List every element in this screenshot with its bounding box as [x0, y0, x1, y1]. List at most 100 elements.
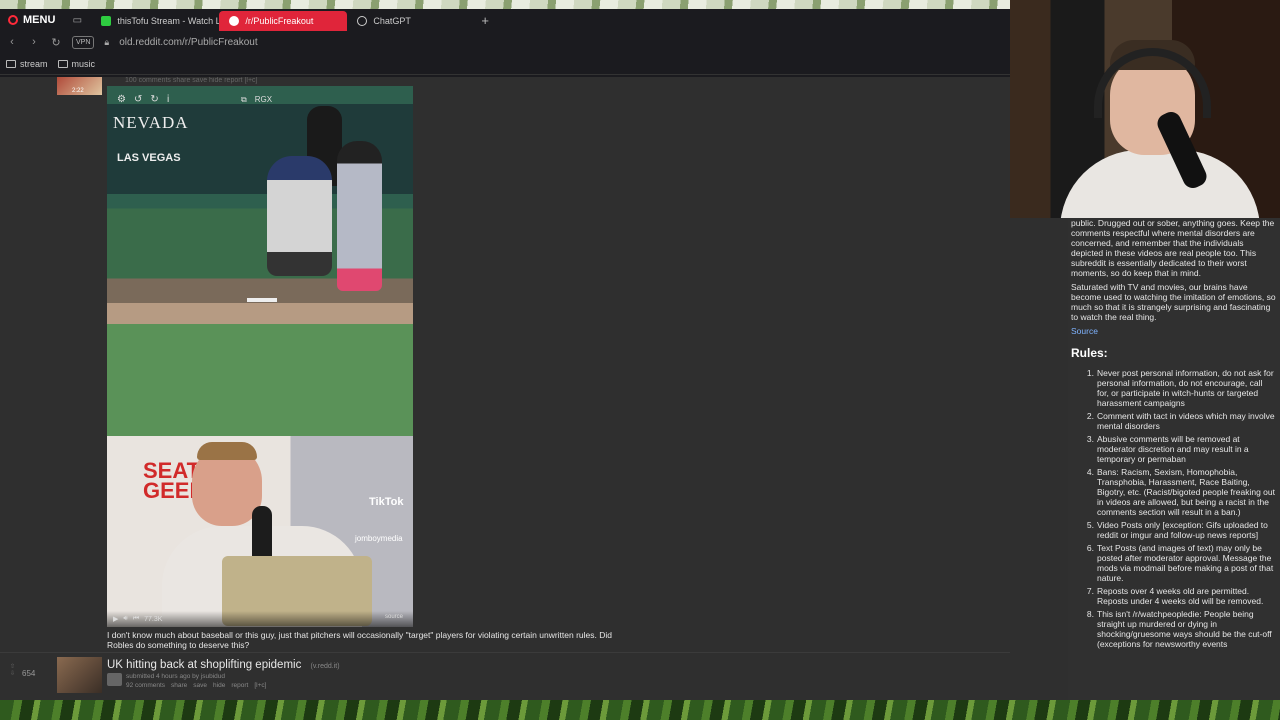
crosspost-link[interactable]: [l+c] — [254, 682, 266, 689]
catcher-figure — [267, 156, 332, 276]
video-control-bar: ▶ 🔊︎ ⏮ 77.3K — [107, 611, 413, 627]
workspaces-icon[interactable]: ▭ — [63, 9, 91, 31]
divider — [0, 652, 1010, 653]
rule-item: 3. Abusive comments will be removed at mo… — [1084, 434, 1276, 464]
tiktok-logo: TikTok — [369, 496, 404, 508]
rules-list: 1. Never post personal information, do no… — [1068, 368, 1280, 649]
post-score: 654 — [22, 669, 36, 678]
rule-item: 6. Text Posts (and images of text) may on… — [1084, 543, 1276, 583]
report-link[interactable]: report — [231, 682, 248, 689]
bookmark-label: music — [71, 58, 96, 69]
twitch-favicon-icon — [101, 16, 112, 26]
video-top-controls: ⚙ ↺ ↻ ⅰ — [117, 94, 170, 105]
rule-item: 2. Comment with tact in videos which may … — [1084, 411, 1276, 431]
post-actions: 92 comments share save hide report [l+c] — [126, 682, 266, 689]
forward-icon[interactable]: › — [28, 36, 40, 48]
video-overlay-tools: ⧉ RGX — [241, 95, 272, 105]
post-caption: I don't know much about baseball or this… — [107, 630, 612, 650]
post-domain[interactable]: (v.redd.it) — [311, 663, 340, 670]
commentator-frame: SEAT GEEK TikTok jomboymedia ▶ 🔊︎ ⏮ 77.3… — [107, 436, 413, 627]
chatgpt-favicon-icon — [357, 16, 368, 26]
tiktok-handle: jomboymedia — [355, 534, 403, 543]
page-viewport: 2:22 100 comments share save hide report… — [0, 77, 1010, 700]
url-field[interactable]: old.reddit.com/r/PublicFreakout — [119, 37, 257, 48]
view-count: 77.3K — [144, 615, 163, 623]
post-submitted: submitted 4 hours ago by jsubidud — [126, 673, 226, 680]
page-gutter — [1010, 218, 1068, 700]
tab-publicfreakout[interactable]: /r/PublicFreakout — [219, 11, 348, 31]
forward-icon[interactable]: ↻ — [150, 94, 158, 105]
vpn-badge[interactable]: VPN — [72, 35, 95, 49]
post-title-row: UK hitting back at shoplifting epidemic … — [107, 659, 340, 671]
settings-icon[interactable]: ⚙ — [117, 94, 126, 105]
expanded-video-player[interactable]: NEVADA LAS VEGAS ⚙ ↺ ↻ ⅰ ⧉ RGX SEAT GEEK — [107, 86, 413, 627]
post-title[interactable]: UK hitting back at shoplifting epidemic — [107, 659, 301, 671]
rule-item: 7. Reposts over 4 weeks old are permitted… — [1084, 586, 1276, 606]
streamer-webcam — [1010, 0, 1280, 218]
rule-number: 7. — [1086, 586, 1094, 596]
rule-item: 1. Never post personal information, do no… — [1084, 368, 1276, 408]
volume-icon[interactable]: 🔊︎ — [123, 615, 127, 623]
back-icon[interactable]: ‹ — [6, 36, 18, 48]
bookmark-stream[interactable]: stream — [6, 59, 48, 69]
commentator-hair — [197, 442, 257, 460]
home-plate — [247, 298, 277, 302]
rgx-label[interactable]: RGX — [255, 95, 272, 105]
tab-label: /r/PublicFreakout — [245, 16, 314, 26]
comments-link[interactable]: 92 comments — [126, 682, 165, 689]
prev-icon[interactable]: ⏮ — [133, 615, 139, 623]
rule-item: 4. Bans: Racism, Sexism, Homophobia, Tran… — [1084, 467, 1276, 517]
banner-text: NEVADA — [113, 113, 189, 132]
info-icon[interactable]: ⅰ — [167, 94, 170, 105]
post-actions-faded: 100 comments share save hide report [l+c… — [125, 77, 258, 84]
rules-heading: Rules: — [1071, 346, 1108, 360]
browser-window: MENU ▭ thisTofu Stream - Watch L /r/Publ… — [0, 9, 1010, 700]
rule-text: Reposts over 4 weeks old are permitted. … — [1097, 586, 1264, 606]
rule-item: 8. This isn't /r/watchpeopledie: People b… — [1084, 609, 1276, 649]
bookmark-music[interactable]: music — [57, 58, 96, 69]
rule-number: 5. — [1086, 520, 1094, 530]
opera-menu-button[interactable]: MENU — [0, 9, 63, 31]
bookmarks-bar: stream music — [0, 53, 1010, 75]
bookmark-label: stream — [20, 58, 48, 69]
rule-number: 1. — [1086, 368, 1094, 378]
picture-in-picture-icon[interactable]: ⧉ — [241, 95, 247, 105]
rule-text: Comment with tact in videos which may in… — [1097, 411, 1275, 431]
tab-chatgpt[interactable]: ChatGPT — [347, 11, 475, 31]
tab-twitch[interactable]: thisTofu Stream - Watch L — [91, 11, 219, 31]
rule-number: 2. — [1086, 411, 1094, 421]
vote-arrows-icon[interactable]: ⇧ ⇩ — [10, 663, 15, 677]
sidebar-description: public. Drugged out or sober, anything g… — [1071, 218, 1275, 278]
rewind-icon[interactable]: ↺ — [134, 94, 142, 105]
rule-number: 6. — [1086, 543, 1094, 553]
lock-icon[interactable]: 🔒︎ — [104, 37, 109, 48]
hide-link[interactable]: hide — [213, 682, 225, 689]
rule-number: 4. — [1086, 467, 1094, 477]
menu-label: MENU — [23, 14, 56, 26]
plant-leaves-bottom — [0, 700, 1280, 720]
share-link[interactable]: share — [171, 682, 187, 689]
reddit-favicon-icon — [229, 16, 240, 26]
address-bar: ‹ › ↻ VPN 🔒︎ old.reddit.com/r/PublicFrea… — [0, 31, 1010, 53]
banner-subtext: LAS VEGAS — [117, 152, 181, 164]
tab-label: ChatGPT — [373, 16, 411, 26]
save-link[interactable]: save — [193, 682, 207, 689]
expando-play-icon[interactable] — [107, 673, 122, 686]
post-thumbnail[interactable] — [57, 657, 102, 693]
new-tab-button[interactable]: + — [475, 13, 505, 28]
rule-text: Abusive comments will be removed at mode… — [1097, 434, 1249, 464]
source-link[interactable]: Source — [1068, 322, 1280, 340]
source-label[interactable]: source — [385, 614, 403, 620]
play-icon[interactable]: ▶ — [113, 615, 118, 623]
thumbnail-duration: 2:22 — [72, 88, 84, 94]
sidebar-description-2: Saturated with TV and movies, our brains… — [1071, 282, 1276, 322]
rule-text: This isn't /r/watchpeopledie: People bei… — [1097, 609, 1272, 649]
reload-icon[interactable]: ↻ — [50, 36, 62, 49]
rule-text: Video Posts only [exception: Gifs upload… — [1097, 520, 1268, 540]
rule-number: 3. — [1086, 434, 1094, 444]
streamer-shirt — [1060, 150, 1260, 218]
opera-logo-icon — [8, 15, 18, 25]
batter-figure — [337, 141, 382, 291]
tab-bar: MENU ▭ thisTofu Stream - Watch L /r/Publ… — [0, 9, 1010, 31]
tab-label: thisTofu Stream - Watch L — [117, 16, 220, 26]
